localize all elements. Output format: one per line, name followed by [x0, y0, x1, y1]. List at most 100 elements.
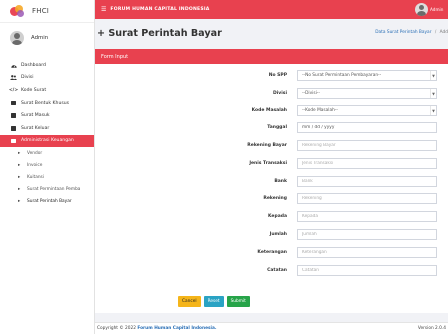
topbar: ☰ FORUM HUMAN CAPITAL INDONESIA Admin [95, 0, 448, 19]
reset-button[interactable]: Reset [203, 296, 224, 307]
field-label: Divisi [273, 91, 287, 96]
kepada-input[interactable] [297, 211, 437, 222]
folder-icon [10, 113, 17, 119]
users-icon [10, 75, 17, 81]
breadcrumb-link[interactable]: Data Surat Perintah Bayar [375, 30, 431, 35]
folder-icon [10, 125, 17, 131]
footer-org-link[interactable]: Forum Human Capital Indonesia. [137, 326, 216, 331]
footer-copyright: Copyright © 2022 [97, 326, 136, 331]
form-row-bank: Bank [95, 176, 448, 188]
form-row-jumlah: Jumlah [95, 229, 448, 241]
field-label: Jenis Transaksi [249, 161, 287, 166]
form-row-kode-masalah: Kode Masalah --Kode Masalah-- ▼ [95, 105, 448, 117]
submit-button[interactable]: Submit [226, 296, 250, 307]
code-icon: </> [8, 87, 19, 93]
chevron-down-icon: ▼ [430, 106, 436, 115]
sidebar-subitem-invoice[interactable]: ▸ Invoice [0, 159, 94, 171]
form-row-rekening: Rekening [95, 193, 448, 205]
sidebar-subitem-surat-perintah-bayar[interactable]: ▸ Surat Perintah Bayar [0, 195, 94, 207]
jenis-transaksi-input[interactable] [297, 158, 437, 169]
form-row-catatan: Catatan [95, 265, 448, 277]
form-box: Form Input No SPP --No Surat Permintaan … [95, 49, 448, 313]
page-title: + Surat Perintah Bayar [97, 27, 222, 39]
brand[interactable]: FHCI [0, 0, 94, 23]
rekening-bayar-input[interactable] [297, 140, 437, 151]
sidebar-item-divisi[interactable]: Divisi [0, 72, 94, 85]
sidebar-item-label: Surat Bentuk Khusus [21, 100, 70, 106]
field-label: Rekening Bayar [247, 143, 287, 148]
caret-right-icon: ▸ [18, 198, 21, 204]
footer: Copyright © 2022 Forum Human Capital Ind… [95, 322, 448, 334]
field-label: Kepada [268, 214, 287, 219]
breadcrumb-separator: / [434, 30, 437, 35]
sidebar: FHCI Admin Dashboard Divisi </> Kode Sur… [0, 0, 95, 334]
bank-input[interactable] [297, 176, 437, 187]
sidebar-item-administrasi-keuangan[interactable]: Administrasi Keuangan [0, 134, 94, 148]
select-value: --Divisi-- [302, 91, 320, 96]
field-label: Tanggal [267, 125, 287, 130]
select-value: --Kode Masalah-- [302, 108, 338, 113]
field-label: Catatan [267, 268, 287, 273]
no-spp-select[interactable]: --No Surat Permintaan Pembayaran-- ▼ [297, 70, 437, 81]
sidebar-subitem-surat-permintaan[interactable]: ▸ Surat Permintaan Pemba [0, 183, 94, 195]
caret-right-icon: ▸ [18, 174, 21, 180]
user-name: Admin [31, 35, 49, 41]
brand-logo-icon [10, 5, 26, 17]
footer-version: Version 2.0.4 [417, 326, 446, 331]
folder-icon [10, 100, 17, 106]
form-title: Form Input [101, 54, 129, 60]
field-label: Rekening [263, 196, 287, 201]
chevron-down-icon: ▼ [430, 89, 436, 98]
form-row-keterangan: Keterangan [95, 247, 448, 259]
select-value: --No Surat Permintaan Pembayaran-- [302, 73, 382, 78]
caret-right-icon: ▸ [18, 150, 21, 156]
sidebar-subitem-label: Surat Permintaan Pemba [27, 186, 81, 192]
field-label: No SPP [268, 73, 287, 78]
topbar-user-name[interactable]: Admin [430, 7, 448, 12]
avatar [10, 31, 24, 45]
sidebar-item-label: Divisi [21, 75, 34, 81]
form-row-jenis-transaksi: Jenis Transaksi [95, 158, 448, 170]
divisi-select[interactable]: --Divisi-- ▼ [297, 88, 437, 99]
sidebar-item-kode-surat[interactable]: </> Kode Surat [0, 84, 94, 97]
form-box-header: Form Input [95, 50, 448, 64]
form-row-divisi: Divisi --Divisi-- ▼ [95, 88, 448, 100]
topbar-avatar[interactable] [415, 3, 428, 16]
sidebar-item-label: Administrasi Keuangan [21, 138, 74, 144]
breadcrumb: Data Surat Perintah Bayar / Add [375, 30, 448, 35]
topbar-title: FORUM HUMAN CAPITAL INDONESIA [110, 7, 210, 12]
sidebar-item-dashboard[interactable]: Dashboard [0, 59, 94, 72]
form-row-rekening-bayar: Rekening Bayar [95, 140, 448, 152]
jumlah-input[interactable] [297, 229, 437, 240]
dashboard-icon [10, 62, 17, 68]
sidebar-item-surat-keluar[interactable]: Surat Keluar [0, 122, 94, 135]
user-panel: Admin [0, 26, 94, 50]
page-header: + Surat Perintah Bayar Data Surat Perint… [95, 19, 448, 47]
tanggal-date-input[interactable] [297, 122, 437, 133]
field-label: Kode Masalah [251, 108, 287, 113]
form-row-no-spp: No SPP --No Surat Permintaan Pembayaran-… [95, 70, 448, 82]
sidebar-item-surat-masuk[interactable]: Surat Masuk [0, 109, 94, 122]
field-label: Keterangan [257, 250, 287, 255]
sidebar-item-label: Surat Keluar [21, 125, 50, 131]
sidebar-subitem-label: Vendor [27, 150, 43, 156]
sidebar-subitem-label: Surat Perintah Bayar [27, 198, 72, 204]
sidebar-subitem-kuitansi[interactable]: ▸ Kuitansi [0, 171, 94, 183]
sidebar-item-surat-bentuk-khusus[interactable]: Surat Bentuk Khusus [0, 97, 94, 110]
form-row-kepada: Kepada [95, 211, 448, 223]
breadcrumb-current: Add [439, 30, 448, 35]
caret-right-icon: ▸ [18, 186, 21, 192]
chevron-down-icon: ▼ [430, 71, 436, 80]
sidebar-subitem-label: Invoice [27, 162, 43, 168]
catatan-input[interactable] [297, 265, 437, 276]
brand-name: FHCI [32, 7, 50, 15]
kode-masalah-select[interactable]: --Kode Masalah-- ▼ [297, 105, 437, 116]
sidebar-subitem-vendor[interactable]: ▸ Vendor [0, 147, 94, 159]
sidebar-item-label: Dashboard [21, 62, 46, 68]
menu-toggle-icon[interactable]: ☰ [101, 6, 106, 13]
rekening-input[interactable] [297, 193, 437, 204]
field-label: Bank [274, 179, 287, 184]
caret-right-icon: ▸ [18, 162, 21, 168]
cancel-button[interactable]: Cancel [178, 296, 201, 307]
keterangan-input[interactable] [297, 247, 437, 258]
